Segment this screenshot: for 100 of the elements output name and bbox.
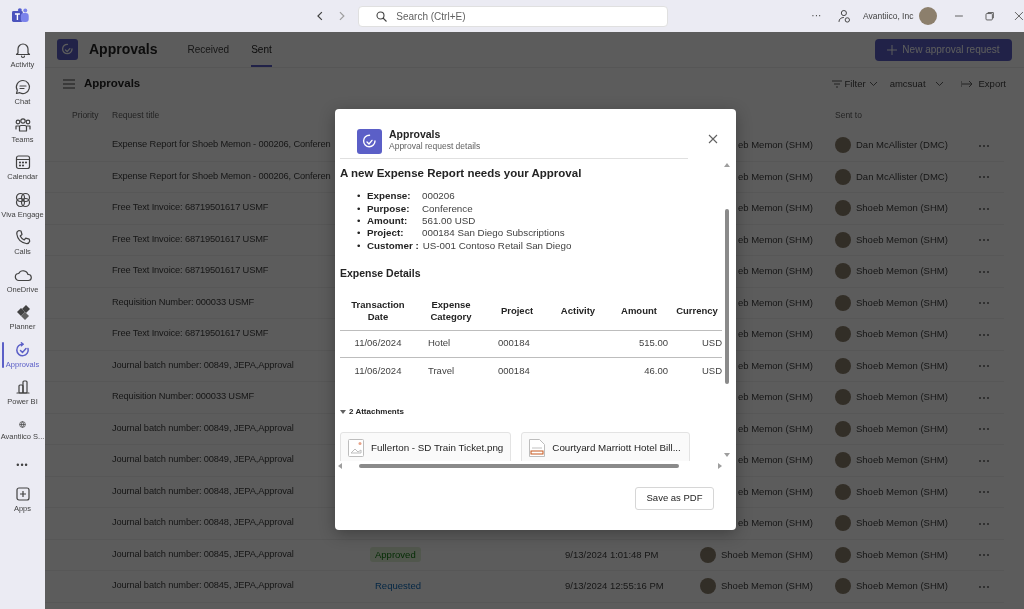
more-icon[interactable] (978, 364, 990, 369)
avatar (835, 389, 851, 406)
chevron-down-icon (934, 81, 944, 87)
person-name: Shoeb Memon (SHM) (721, 579, 813, 594)
person-name: eb Memon (SHM) (738, 516, 813, 531)
phone-icon (13, 228, 32, 247)
field-line: Purpose: Conference (367, 202, 473, 216)
approvals-app-icon (57, 39, 78, 60)
caret-icon[interactable] (340, 409, 346, 416)
restore-icon[interactable] (985, 11, 996, 21)
save-pdf-button[interactable]: Save as PDF (635, 487, 714, 510)
table-cell: 11/06/2024 (354, 337, 402, 349)
more-apps-button[interactable]: ••• (0, 450, 45, 481)
avatar (700, 546, 716, 563)
attachment-card[interactable]: Courtyard Marriott Hotel Bill... (521, 432, 691, 461)
avatar (835, 420, 851, 437)
tab[interactable]: Sent (251, 32, 272, 67)
chat-icon (13, 78, 32, 97)
column-header: Expense Category (429, 298, 473, 323)
bullet: • (357, 227, 362, 240)
tab[interactable]: Received (187, 32, 230, 67)
request-title[interactable]: Journal batch number: 00845, JEPA,Approval (112, 579, 370, 594)
person-name: Dan McAllister (DMC) (856, 169, 948, 184)
avatar (835, 578, 851, 595)
more-icon[interactable] (978, 301, 990, 306)
bullet: • (357, 190, 362, 203)
person-name: eb Memon (SHM) (738, 232, 813, 247)
table-cell: 46.00 (644, 364, 668, 376)
menu-icon[interactable] (63, 79, 75, 89)
more-icon[interactable] (978, 521, 990, 526)
close-icon[interactable] (1014, 11, 1024, 21)
person-name: Shoeb Memon (SHM) (856, 516, 948, 531)
table-cell: 000184 (498, 337, 530, 349)
search-field[interactable]: Search (Ctrl+E) (358, 5, 669, 27)
more-icon[interactable] (978, 143, 990, 148)
column-header: Activity (560, 304, 596, 316)
more-button[interactable]: ··· (811, 11, 822, 21)
avatar[interactable] (919, 7, 938, 25)
more-icon[interactable] (978, 584, 990, 589)
avatar (835, 168, 851, 185)
filter-button[interactable]: Filter (831, 76, 878, 92)
calendar-icon (13, 153, 32, 172)
horizontal-scrollbar[interactable] (337, 461, 723, 471)
person-name: Shoeb Memon (SHM) (856, 295, 948, 310)
person-name: Shoeb Memon (SHM) (856, 232, 948, 247)
section-heading: Expense Details (340, 266, 422, 282)
person-name: eb Memon (SHM) (738, 390, 813, 405)
message-heading: A new Expense Report needs your Approval (340, 166, 583, 181)
environment-dropdown[interactable]: amcsuat (889, 76, 944, 92)
column-header: Amount (621, 304, 657, 316)
avatar (835, 200, 851, 217)
person-name: eb Memon (SHM) (738, 484, 813, 499)
more-icon[interactable] (978, 269, 990, 274)
attachment-card[interactable]: Fullerton - SD Train Ticket.png (340, 432, 512, 461)
request-title[interactable]: Journal batch number: 00845, JEPA,Approval (112, 547, 370, 562)
more-icon[interactable] (978, 332, 990, 337)
person-name: Shoeb Memon (SHM) (856, 264, 948, 279)
more-icon[interactable] (978, 427, 990, 432)
table-cell: 000184 (498, 364, 530, 376)
avatar (835, 452, 851, 469)
avatar (835, 357, 851, 374)
person-name: Shoeb Memon (SHM) (721, 547, 813, 562)
person-name: eb Memon (SHM) (738, 295, 813, 310)
person-icon[interactable] (837, 9, 852, 23)
table-cell: USD (701, 364, 722, 376)
more-icon[interactable] (978, 238, 990, 243)
document-icon (529, 439, 546, 458)
person-name: eb Memon (SHM) (738, 264, 813, 279)
more-icon[interactable] (978, 490, 990, 495)
attachments-toggle[interactable]: 2 Attachments (349, 406, 404, 419)
person-name: Shoeb Memon (SHM) (856, 547, 948, 562)
date-text: 9/13/2024 1:01:48 PM (565, 548, 659, 560)
status-label: Requested (374, 579, 422, 594)
table-cell: 515.00 (638, 337, 668, 349)
column-header: Project (500, 304, 534, 316)
person-name: eb Memon (SHM) (738, 453, 813, 468)
image-file-icon (348, 439, 364, 458)
export-button[interactable]: Export (960, 76, 1006, 92)
bullet: • (357, 202, 362, 216)
more-icon[interactable] (978, 458, 990, 463)
date-text: 9/13/2024 12:55:16 PM (565, 580, 664, 592)
person-name: Shoeb Memon (SHM) (856, 579, 948, 594)
person-name: eb Memon (SHM) (738, 358, 813, 373)
person-name: Shoeb Memon (SHM) (856, 484, 948, 499)
field-line: Amount: 561.00 USD (367, 215, 476, 228)
table-cell: Travel (428, 364, 455, 376)
more-icon[interactable] (978, 395, 990, 400)
person-name: Shoeb Memon (SHM) (856, 453, 948, 468)
dialog-title: Approvals (389, 128, 442, 141)
avatar (835, 294, 851, 311)
person-name: Shoeb Memon (SHM) (856, 358, 948, 373)
person-name: Shoeb Memon (SHM) (856, 421, 948, 436)
person-name: Dan McAllister (DMC) (856, 138, 948, 153)
more-icon[interactable] (978, 553, 990, 558)
more-icon[interactable] (978, 175, 990, 180)
more-icon[interactable] (978, 206, 990, 211)
bullet: • (357, 239, 362, 253)
bell-icon (13, 40, 32, 59)
avatar (700, 578, 716, 595)
bullet: • (357, 215, 362, 228)
